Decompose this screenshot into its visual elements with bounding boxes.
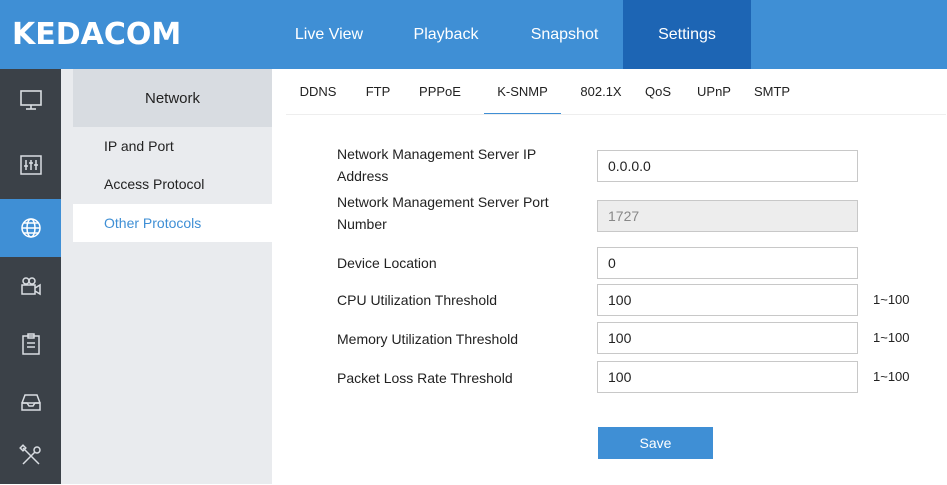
submenu-item-ip-and-port[interactable]: IP and Port (73, 127, 272, 165)
protocol-tabs: DDNS FTP PPPoE K-SNMP 802.1X QoS UPnP SM… (272, 69, 947, 115)
tab-upnp[interactable]: UPnP (695, 69, 733, 113)
nav-playback[interactable]: Playback (386, 0, 506, 69)
server-port-label-line1: Network Management Server Port (337, 194, 549, 210)
server-port-label-line2: Number (337, 216, 387, 232)
tab-802-1x[interactable]: 802.1X (577, 69, 625, 113)
sliders-icon (19, 155, 42, 175)
server-ip-label: Network Management Server IP Address (337, 143, 536, 187)
nav-live-view[interactable]: Live View (272, 0, 386, 69)
device-location-label: Device Location (337, 255, 437, 271)
icon-rail (0, 69, 61, 484)
brand-logo: KEDACOM (0, 0, 272, 69)
packet-loss-threshold-label: Packet Loss Rate Threshold (337, 370, 513, 386)
server-ip-input[interactable]: 0.0.0.0 (597, 150, 858, 182)
memory-threshold-range: 1~100 (873, 330, 910, 345)
tab-pppoe[interactable]: PPPoE (413, 69, 467, 113)
cpu-threshold-label: CPU Utilization Threshold (337, 292, 498, 308)
rail-image-settings[interactable] (0, 136, 61, 194)
storage-tray-icon (20, 394, 41, 411)
rail-network[interactable] (0, 199, 61, 257)
server-ip-label-line1: Network Management Server IP (337, 146, 537, 162)
logo-text: KEDACOM (12, 17, 182, 52)
nav-settings[interactable]: Settings (623, 0, 751, 69)
tab-divider (286, 114, 946, 115)
server-ip-label-line2: Address (337, 168, 389, 184)
submenu-item-other-protocols[interactable]: Other Protocols (73, 204, 272, 242)
packet-loss-threshold-input[interactable]: 100 (597, 361, 858, 393)
rail-storage[interactable] (0, 373, 61, 431)
server-port-input: 1727 (597, 200, 858, 232)
packet-loss-threshold-range: 1~100 (873, 369, 910, 384)
tab-qos[interactable]: QoS (640, 69, 676, 113)
tab-smtp[interactable]: SMTP (749, 69, 795, 113)
camera-icon (20, 277, 41, 296)
rail-system-tools[interactable] (0, 427, 61, 485)
device-location-input[interactable]: 0 (597, 247, 858, 279)
settings-submenu: Network IP and Port Access Protocol Othe… (61, 69, 272, 484)
network-globe-icon (20, 218, 41, 238)
tools-icon (18, 444, 41, 465)
rail-video[interactable] (0, 257, 61, 315)
save-button[interactable]: Save (598, 427, 713, 459)
tab-ftp[interactable]: FTP (361, 69, 395, 113)
monitor-icon (19, 90, 42, 110)
submenu-title: Network (73, 69, 272, 127)
memory-threshold-input[interactable]: 100 (597, 322, 858, 354)
rail-live-monitor[interactable] (0, 71, 61, 129)
cpu-threshold-input[interactable]: 100 (597, 284, 858, 316)
rail-events[interactable] (0, 315, 61, 373)
server-port-label: Network Management Server Port Number (337, 191, 549, 235)
top-nav: Live View Playback Snapshot Settings (272, 0, 751, 69)
tab-k-snmp[interactable]: K-SNMP (484, 69, 561, 115)
memory-threshold-label: Memory Utilization Threshold (337, 331, 519, 347)
nav-snapshot[interactable]: Snapshot (506, 0, 623, 69)
cpu-threshold-range: 1~100 (873, 292, 910, 307)
submenu-item-access-protocol[interactable]: Access Protocol (73, 165, 272, 203)
clipboard-icon (21, 333, 40, 355)
tab-ddns[interactable]: DDNS (292, 69, 344, 113)
